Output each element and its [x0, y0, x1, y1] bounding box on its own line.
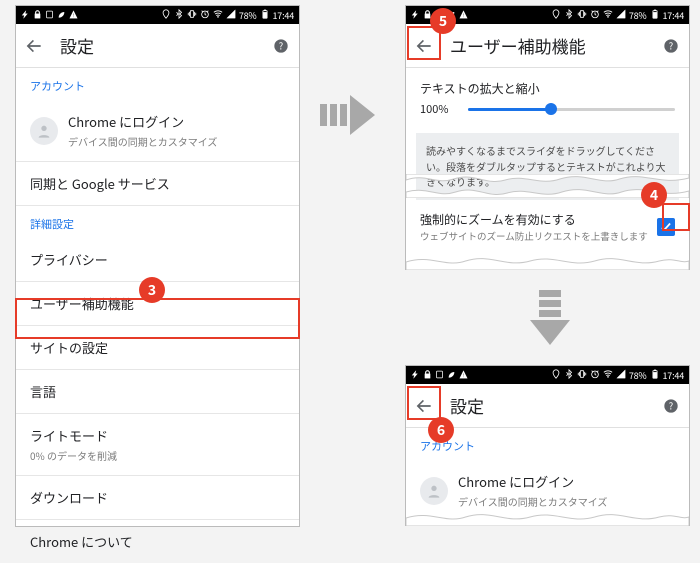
row-signin[interactable]: Chrome にログイン デバイス間の同期とカスタマイズ: [16, 100, 299, 162]
avatar: [420, 477, 448, 505]
bluetooth-icon: [174, 9, 184, 22]
row-site-settings[interactable]: サイトの設定: [16, 326, 299, 370]
alert-icon: [459, 9, 468, 22]
battery-icon: [260, 9, 270, 22]
status-bar: 78% 17:44: [406, 366, 689, 384]
row-sublabel: ウェブサイトのズーム防止リクエストを上書きします: [420, 230, 649, 243]
back-button[interactable]: [24, 36, 44, 56]
alert-icon: [459, 369, 468, 382]
signal-icon: [226, 9, 236, 22]
row-force-zoom[interactable]: 強制的にズームを有効にする ウェブサイトのズーム防止リクエストを上書きします: [406, 198, 689, 255]
signal-icon: [616, 9, 626, 22]
alarm-icon: [590, 9, 600, 22]
row-languages[interactable]: 言語: [16, 370, 299, 414]
clock-text: 17:44: [663, 9, 684, 22]
leaf-icon: [57, 9, 66, 22]
row-sublabel: 0% のデータを削減: [30, 448, 285, 463]
leaf-icon: [447, 369, 456, 382]
memo-icon: [45, 9, 54, 22]
row-label: ダウンロード: [30, 488, 285, 507]
bolt-icon: [411, 9, 420, 22]
back-button[interactable]: [414, 36, 434, 56]
row-label: Chrome にログイン: [458, 472, 607, 491]
phone-settings-return: 78% 17:44 設定 ? アカウント Chrome にログイン デバイス間の…: [405, 365, 690, 526]
vibrate-icon: [577, 369, 587, 382]
location-icon: [551, 369, 561, 382]
badge-4: 4: [641, 182, 667, 208]
battery-text: 78%: [629, 369, 647, 382]
row-label: 強制的にズームを有効にする: [420, 211, 649, 228]
row-sync[interactable]: 同期と Google サービス: [16, 162, 299, 206]
avatar: [30, 117, 58, 145]
help-button[interactable]: ?: [663, 38, 679, 54]
battery-icon: [650, 369, 660, 382]
status-bar: 78% 17:44: [16, 6, 299, 24]
battery-icon: [650, 9, 660, 22]
page-title: 設定: [450, 393, 484, 418]
help-button[interactable]: ?: [663, 398, 679, 414]
battery-text: 78%: [239, 9, 257, 22]
svg-text:?: ?: [669, 398, 673, 412]
alarm-icon: [200, 9, 210, 22]
row-label: 言語: [30, 382, 285, 401]
row-label: Chrome について: [30, 532, 285, 551]
badge-5: 5: [430, 8, 456, 34]
phone-settings-list: 78% 17:44 設定 ? アカウント Chrome にログイン デバイス間の…: [15, 5, 300, 527]
row-sublabel: デバイス間の同期とカスタマイズ: [68, 134, 217, 149]
battery-text: 78%: [629, 9, 647, 22]
page-title: 設定: [60, 33, 94, 58]
text-scaling-row: 100%: [406, 97, 689, 127]
badge-3: 3: [139, 277, 165, 303]
torn-edge: [406, 256, 689, 270]
page-title: ユーザー補助機能: [450, 33, 586, 58]
vibrate-icon: [187, 9, 197, 22]
row-label: サイトの設定: [30, 338, 285, 357]
badge-6: 6: [428, 417, 454, 443]
row-privacy[interactable]: プライバシー: [16, 238, 299, 282]
wifi-icon: [213, 9, 223, 22]
svg-text:?: ?: [279, 38, 283, 52]
bolt-icon: [21, 9, 30, 22]
alert-icon: [69, 9, 78, 22]
row-label: ライトモード: [30, 426, 285, 445]
row-label: プライバシー: [30, 250, 285, 269]
svg-text:?: ?: [669, 38, 673, 52]
app-bar: 設定 ?: [16, 24, 299, 68]
text-scaling-header: テキストの拡大と縮小: [406, 68, 689, 97]
arrow-right-icon: [320, 95, 375, 135]
help-button[interactable]: ?: [273, 38, 289, 54]
lock-icon: [423, 369, 432, 382]
alarm-icon: [590, 369, 600, 382]
section-advanced: 詳細設定: [16, 206, 299, 238]
scale-percentage: 100%: [420, 101, 458, 117]
location-icon: [551, 9, 561, 22]
signal-icon: [616, 369, 626, 382]
memo-icon: [435, 369, 444, 382]
phone-accessibility: 78% 17:44 ユーザー補助機能 ? テキストの拡大と縮小 100% 読みや…: [405, 5, 690, 270]
row-lite-mode[interactable]: ライトモード 0% のデータを削減: [16, 414, 299, 476]
torn-edge: [406, 512, 689, 526]
row-label: 同期と Google サービス: [30, 174, 285, 193]
bolt-icon: [411, 369, 420, 382]
clock-text: 17:44: [273, 9, 294, 22]
clock-text: 17:44: [663, 369, 684, 382]
row-downloads[interactable]: ダウンロード: [16, 476, 299, 520]
bluetooth-icon: [564, 369, 574, 382]
section-account: アカウント: [16, 68, 299, 100]
wifi-icon: [603, 9, 613, 22]
bluetooth-icon: [564, 9, 574, 22]
row-about-chrome[interactable]: Chrome について: [16, 520, 299, 563]
arrow-down-icon: [530, 290, 570, 345]
row-sublabel: デバイス間の同期とカスタマイズ: [458, 494, 607, 509]
row-label: Chrome にログイン: [68, 112, 217, 131]
wifi-icon: [603, 369, 613, 382]
back-button[interactable]: [414, 396, 434, 416]
vibrate-icon: [577, 9, 587, 22]
lock-icon: [33, 9, 42, 22]
text-scale-slider[interactable]: [468, 108, 675, 111]
location-icon: [161, 9, 171, 22]
force-zoom-checkbox[interactable]: [657, 218, 675, 236]
